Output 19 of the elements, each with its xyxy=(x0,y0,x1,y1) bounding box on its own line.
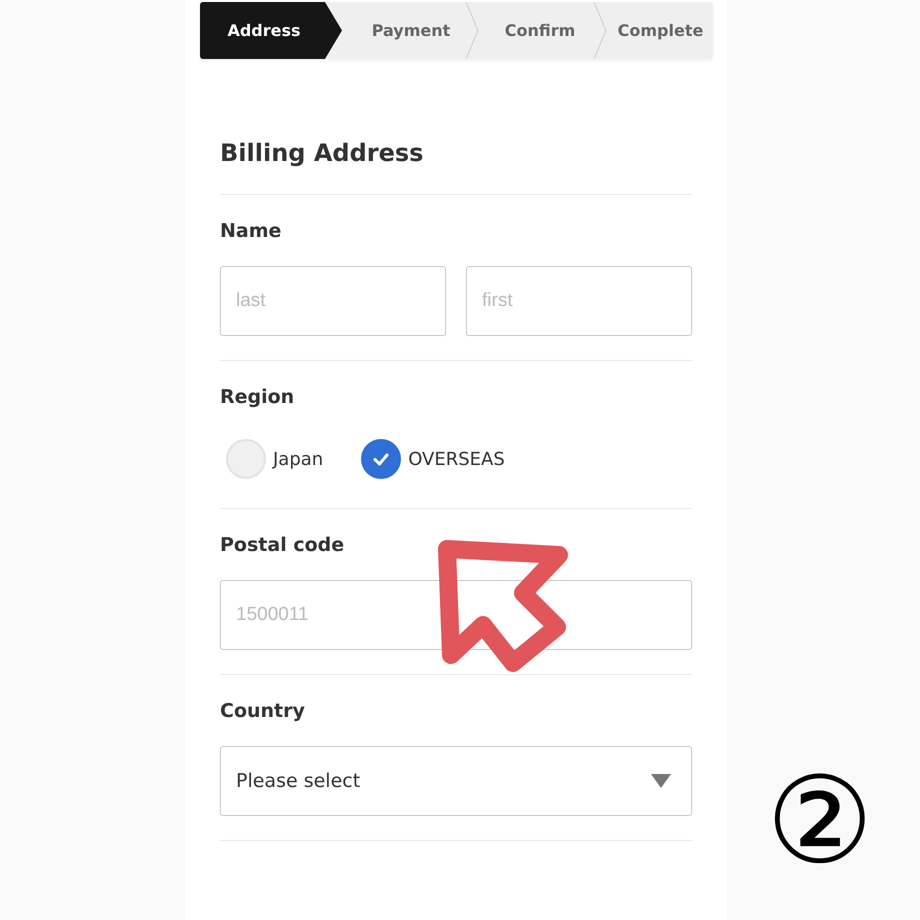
field-label: Country xyxy=(220,700,306,722)
input-field[interactable]: first xyxy=(466,266,692,336)
step-tab[interactable]: Payment xyxy=(342,2,472,59)
radio-button[interactable] xyxy=(361,439,402,479)
step-tab[interactable]: Address xyxy=(200,2,342,59)
caret-icon xyxy=(651,774,671,788)
section-title: Billing Address xyxy=(220,139,424,169)
step-number: ② xyxy=(766,762,874,882)
chevron-separator-icon xyxy=(593,2,607,59)
field-label: Name xyxy=(220,220,282,242)
step-tab[interactable]: Complete xyxy=(600,2,713,59)
radio-label: Japan xyxy=(273,448,324,470)
radio-label: OVERSEAS xyxy=(408,448,505,470)
field-label: Postal code xyxy=(220,534,346,556)
chevron-separator-icon xyxy=(465,2,479,59)
field-label: Region xyxy=(220,386,296,408)
input-field[interactable]: last xyxy=(220,266,446,336)
step-tab[interactable]: Confirm xyxy=(472,2,600,59)
country-dropdown[interactable]: Please select xyxy=(220,746,692,816)
